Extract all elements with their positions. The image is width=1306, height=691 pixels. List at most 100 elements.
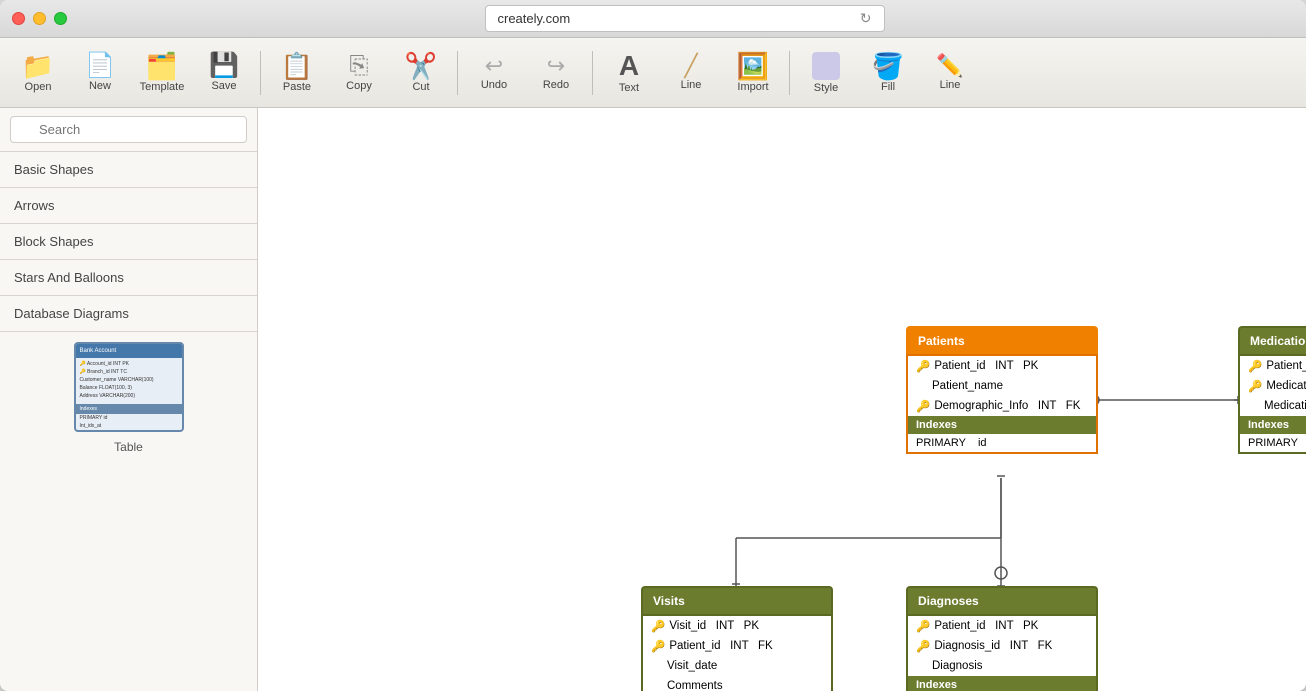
sidebar-item-stars-and-balloons[interactable]: Stars And Balloons [0,260,257,296]
save-button[interactable]: 💾 Save [194,43,254,103]
diagnoses-field-3: Diagnosis [932,660,983,672]
visits-row-4: Comments [643,676,831,691]
sidebar: Basic Shapes Arrows Block Shapes Stars A… [0,108,258,691]
fill-label: Fill [881,81,895,93]
visit-key-1: 🔑 [651,619,665,633]
search-wrapper [10,116,247,143]
copy-label: Copy [346,80,372,92]
paste-label: Paste [283,81,311,93]
medication-field-1: Patient_id INT PK [1266,360,1306,372]
medication-row-3: Medication_name [1240,396,1306,416]
save-label: Save [211,80,236,92]
text-button[interactable]: A Text [599,43,659,103]
cut-button[interactable]: ✂️ Cut [391,43,451,103]
visits-field-2: Patient_id INT FK [669,640,772,652]
minimize-button[interactable] [33,12,46,25]
sep-3 [592,51,593,95]
med-key-2: 🔑 [1248,379,1262,393]
text-icon: A [619,52,639,80]
undo-button[interactable]: ↩ Undo [464,43,524,103]
sep-1 [260,51,261,95]
fill-button[interactable]: 🪣 Fill [858,43,918,103]
new-button[interactable]: 📄 New [70,43,130,103]
fill-icon: 🪣 [872,53,904,79]
visits-field-4: Comments [667,680,723,691]
table-diagnoses[interactable]: Diagnoses 🔑 Patient_id INT PK 🔑 Diagnosi… [906,586,1098,691]
patients-index-1: PRIMARY id [908,434,1096,452]
preview-card[interactable]: Bank Account 🔑 Account_id INT PK 🔑 Branc… [74,342,184,432]
patients-row-2: Patient_name [908,376,1096,396]
line-label: Line [681,79,702,91]
search-input[interactable] [10,116,247,143]
folder-icon: 📁 [22,53,54,79]
preview-index-text: Indexes [80,406,98,412]
line-button[interactable]: ╱ Line [661,43,721,103]
import-button[interactable]: 🖼️ Import [723,43,783,103]
url-bar[interactable]: creately.com ↻ [485,5,885,32]
close-button[interactable] [12,12,25,25]
copy-button[interactable]: ⎘ Copy [329,43,389,103]
cut-label: Cut [412,81,429,93]
table-medication[interactable]: Medication 🔑 Patient_id INT PK 🔑 Medicat… [1238,326,1306,454]
key-icon-1: 🔑 [916,359,930,373]
template-label: Template [140,81,185,93]
preview-row-5: Address VARCHAR(200) [80,392,178,400]
stars-balloons-label: Stars And Balloons [14,270,124,285]
sep-2 [457,51,458,95]
maximize-button[interactable] [54,12,67,25]
table-visits[interactable]: Visits 🔑 Visit_id INT PK 🔑 Patient_id IN… [641,586,833,691]
diagnoses-row-2: 🔑 Diagnosis_id INT FK [908,636,1096,656]
titlebar: creately.com ↻ [0,0,1306,38]
database-diagrams-label: Database Diagrams [14,306,129,321]
search-bar [0,108,257,152]
scissors-icon: ✂️ [405,53,437,79]
sidebar-item-block-shapes[interactable]: Block Shapes [0,224,257,260]
linestyle-icon: ✏️ [936,55,963,77]
medication-indexes-header: Indexes [1240,416,1306,434]
preview-index-row-1: PRIMARY id [76,414,182,422]
preview-row-4: Balance FLOAT(100, 3) [80,384,178,392]
paste-button[interactable]: 📋 Paste [267,43,327,103]
style-button[interactable]: Style [796,43,856,103]
patients-field-1: Patient_id INT PK [934,360,1038,372]
undo-icon: ↩ [485,55,503,77]
sidebar-item-database-diagrams[interactable]: Database Diagrams [0,296,257,332]
visits-row-1: 🔑 Visit_id INT PK [643,616,831,636]
key-icon-3: 🔑 [916,399,930,413]
medication-field-3: Medication_name [1264,400,1306,412]
diag-key-1: 🔑 [916,619,930,633]
toolbar: 📁 Open 📄 New 🗂️ Template 💾 Save 📋 Paste … [0,38,1306,108]
text-label: Text [619,82,639,94]
table-patients[interactable]: Patients 🔑 Patient_id INT PK Patient_nam… [906,326,1098,454]
diagnoses-field-1: Patient_id INT PK [934,620,1038,632]
linestyle-button[interactable]: ✏️ Line [920,43,980,103]
medication-row-1: 🔑 Patient_id INT PK [1240,356,1306,376]
diagnoses-header: Diagnoses [906,586,1098,614]
medication-index-1: PRIMARY id [1240,434,1306,452]
visits-row-3: Visit_date [643,656,831,676]
save-icon: 💾 [209,54,239,78]
diagnoses-row-1: 🔑 Patient_id INT PK [908,616,1096,636]
sidebar-item-basic-shapes[interactable]: Basic Shapes [0,152,257,188]
sidebar-item-arrows[interactable]: Arrows [0,188,257,224]
new-label: New [89,80,111,92]
refresh-icon[interactable]: ↻ [860,10,872,27]
patients-row-1: 🔑 Patient_id INT PK [908,356,1096,376]
open-button[interactable]: 📁 Open [8,43,68,103]
preview-header: Bank Account [76,344,182,358]
app-window: creately.com ↻ 📁 Open 📄 New 🗂️ Template … [0,0,1306,691]
diagnoses-row-3: Diagnosis [908,656,1096,676]
paste-icon: 📋 [281,53,313,79]
preview-row-2: 🔑 Branch_id INT TC [80,368,178,376]
preview-index-header: Indexes [76,404,182,414]
import-icon: 🖼️ [737,53,769,79]
undo-label: Undo [481,79,507,91]
preview-row-3: Customer_name VARCHAR(100) [80,376,178,384]
canvas[interactable]: Patients 🔑 Patient_id INT PK Patient_nam… [258,108,1306,691]
diag-key-2: 🔑 [916,639,930,653]
redo-label: Redo [543,79,569,91]
template-button[interactable]: 🗂️ Template [132,43,192,103]
block-shapes-label: Block Shapes [14,234,94,249]
linestyle-label: Line [940,79,961,91]
redo-button[interactable]: ↪ Redo [526,43,586,103]
